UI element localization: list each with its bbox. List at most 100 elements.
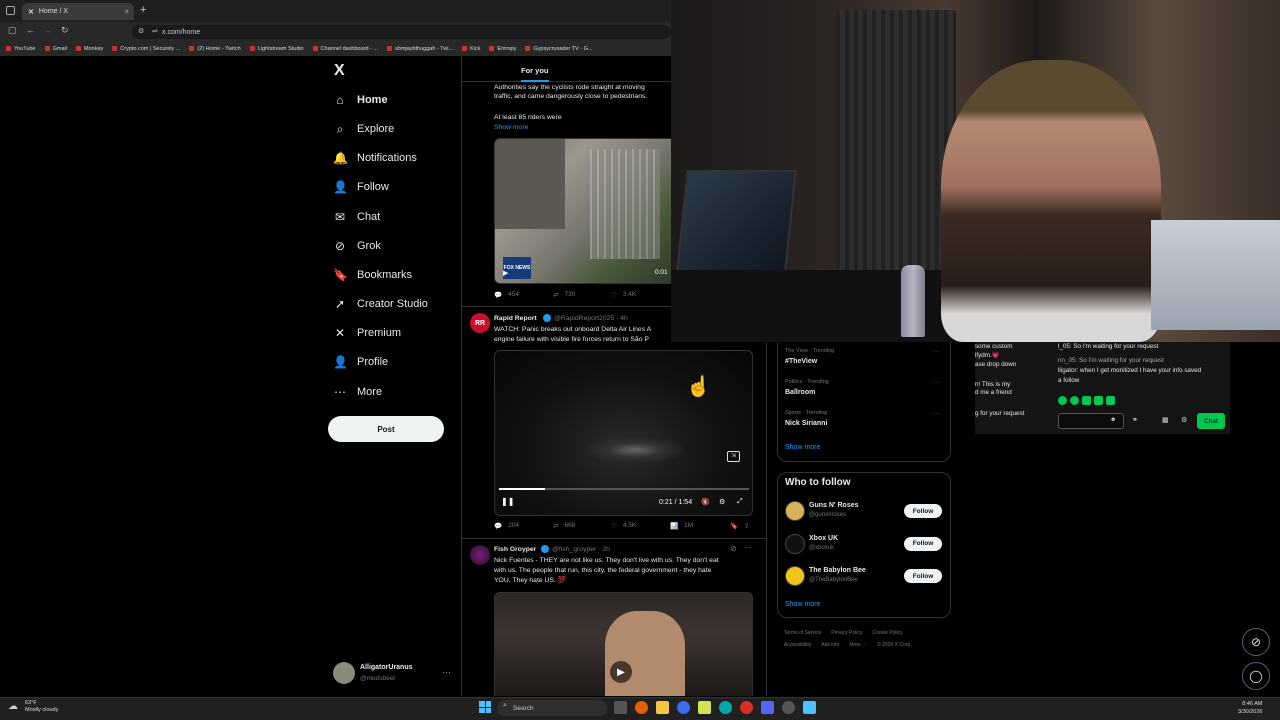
footer-link[interactable]: Ads info (821, 642, 839, 648)
trend-name[interactable]: Nick Sirianni (785, 420, 827, 427)
video-settings-icon[interactable]: ⚙ (719, 498, 725, 506)
follow-suggestion-name[interactable]: The Babylon Bee (809, 567, 866, 574)
picture-in-picture-icon[interactable]: ⇲ (727, 451, 740, 462)
bookmark-item[interactable]: (2) Home - Twitch (189, 46, 240, 52)
emote-icon[interactable] (1094, 396, 1103, 405)
trend-more-icon[interactable]: ··· (933, 410, 940, 417)
emote-icon[interactable] (1082, 396, 1091, 405)
url-input[interactable]: x.com/home (132, 25, 671, 39)
bookmark-item[interactable]: Gypsycrusader TV - G... (525, 46, 592, 52)
bookmark-item[interactable]: Monkey (76, 46, 103, 52)
follow-button[interactable]: Follow (904, 536, 942, 551)
repost-icon[interactable]: ⇄ (553, 522, 558, 530)
bookmark-item[interactable]: Entropy (489, 46, 516, 52)
trends-show-more-link[interactable]: Show more (785, 444, 820, 451)
tweet-2-avatar[interactable]: RR (470, 313, 490, 333)
footer-link[interactable]: Terms of Service (784, 630, 821, 636)
forward-icon[interactable]: → (43, 25, 52, 35)
share-icon[interactable]: ⇪ (744, 522, 749, 530)
tweet-2-views[interactable]: 📊 1M (670, 522, 693, 530)
tab-actions-icon[interactable] (6, 6, 15, 15)
follow-suggestion-name[interactable]: Xbox UK (809, 535, 838, 542)
footer-link[interactable]: Accessibility (784, 642, 811, 648)
x-logo[interactable]: X (334, 62, 345, 80)
tweet-3-avatar[interactable] (470, 545, 490, 565)
discord-icon[interactable] (761, 701, 774, 714)
tweet-1-repost[interactable]: ⇄ 730 (553, 291, 575, 299)
grok-icon[interactable]: ⊘ (730, 544, 737, 553)
post-button[interactable]: Post (328, 416, 444, 442)
views-icon[interactable]: 📊 (670, 522, 678, 530)
tweet-2-reply[interactable]: 💬 204 (494, 522, 519, 530)
bookmark-item[interactable]: Crypto.com | Securely ... (112, 46, 180, 52)
footer-link[interactable]: Privacy Policy (831, 630, 862, 636)
tweet-1-video[interactable]: FOX NEWS ▶ 0:01 (494, 138, 671, 284)
play-icon[interactable]: ▶ (610, 661, 632, 683)
sidebar-item-premium[interactable]: ✕ Premium (333, 322, 401, 344)
footer-link[interactable]: Cookie Policy (872, 630, 902, 636)
weather-widget[interactable]: 63°F Mostly cloudy (25, 700, 58, 714)
who-to-follow-show-more-link[interactable]: Show more (785, 601, 820, 608)
bookmark-item[interactable]: Gmail (45, 46, 67, 52)
trend-more-icon[interactable]: ··· (933, 348, 940, 355)
sidebar-item-explore[interactable]: ⌕ Explore (333, 118, 395, 140)
chrome-icon[interactable] (740, 701, 753, 714)
account-avatar[interactable] (333, 662, 355, 684)
repost-icon[interactable]: ⇄ (553, 291, 558, 299)
sidebar-item-creator-studio[interactable]: ➚ Creator Studio (333, 293, 428, 315)
tab-for-you[interactable]: For you (521, 66, 549, 75)
pause-icon[interactable]: ❚❚ (501, 497, 514, 506)
tweet-2-author-name[interactable]: Rapid Report (494, 314, 537, 323)
sidebar-item-grok[interactable]: ⊘ Grok (333, 235, 381, 257)
back-icon[interactable]: ← (26, 25, 35, 35)
follow-button[interactable]: Follow (904, 569, 942, 583)
bookmark-item[interactable]: Kick (462, 46, 480, 52)
weather-cloud-icon[interactable]: ☁ (8, 701, 18, 712)
account-name[interactable]: AlligatorUranus (360, 664, 413, 671)
show-more-link[interactable]: Show more (494, 123, 528, 132)
mute-icon[interactable]: 🔇 (701, 498, 710, 506)
taskbar-search-box[interactable]: Search (497, 700, 607, 716)
footer-link[interactable]: More ··· (849, 642, 867, 648)
site-info-icon[interactable]: ⚙ (138, 27, 144, 35)
tweet-3-author-name[interactable]: Fish Groyper (494, 545, 536, 554)
sidebar-item-bookmarks[interactable]: 🔖 Bookmarks (333, 264, 412, 286)
app-icon[interactable] (677, 701, 690, 714)
tweet-2-like[interactable]: ♡ 4.5K (611, 522, 636, 530)
taskbar-clock[interactable]: 8:46 AM 3/30/2026 (1238, 700, 1262, 716)
heart-icon[interactable]: ♡ (611, 291, 617, 299)
sidebar-item-home[interactable]: ⌂ Home (333, 89, 387, 111)
bookmark-item[interactable]: Lightstream Studio (250, 46, 304, 52)
tab-close-icon[interactable]: × (124, 7, 129, 16)
chat-store-icon[interactable]: ▦ (1162, 416, 1169, 424)
sidebar-toggle-icon[interactable]: ▢ (8, 25, 17, 36)
bookmark-item[interactable]: Channel dashboard - ... (313, 46, 378, 52)
sidebar-item-profile[interactable]: 👤 Profile (333, 351, 388, 373)
fullscreen-icon[interactable]: ⤢ (737, 498, 743, 506)
follow-button[interactable]: Follow (904, 504, 942, 518)
reload-icon[interactable]: ↻ (61, 25, 69, 36)
tweet-3-video[interactable]: ▶ (494, 592, 753, 696)
emote-icon[interactable] (1106, 396, 1115, 405)
chat-settings-icon[interactable]: ⚙ (1181, 416, 1187, 424)
trend-more-icon[interactable]: ··· (933, 379, 940, 386)
new-tab-button[interactable]: + (140, 4, 146, 16)
tweet-more-icon[interactable]: ··· (744, 543, 752, 552)
edge-icon[interactable] (719, 701, 732, 714)
trend-name[interactable]: #TheView (785, 358, 817, 365)
task-view-icon[interactable] (614, 701, 627, 714)
app-icon[interactable] (698, 701, 711, 714)
emoji-icon[interactable]: ☻ (1110, 417, 1116, 423)
emote-icon[interactable] (1058, 396, 1067, 405)
follow-suggestion-avatar[interactable] (785, 501, 805, 521)
bookmark-item[interactable]: sbmjaybthuggah - Twi... (387, 46, 453, 52)
tweet-2-repost[interactable]: ⇄ 668 (553, 522, 575, 530)
sidebar-item-chat[interactable]: ✉ Chat (333, 206, 380, 228)
follow-suggestion-avatar[interactable] (785, 533, 805, 554)
browser-tab[interactable]: ✕ Home / X × (22, 3, 134, 20)
follow-suggestion-avatar[interactable] (785, 566, 805, 586)
emote-icon[interactable] (1070, 396, 1079, 405)
follow-suggestion-name[interactable]: Guns N' Roses (809, 502, 859, 509)
messages-float-icon[interactable]: ◯ (1242, 662, 1270, 690)
account-more-icon[interactable]: ··· (442, 667, 451, 677)
